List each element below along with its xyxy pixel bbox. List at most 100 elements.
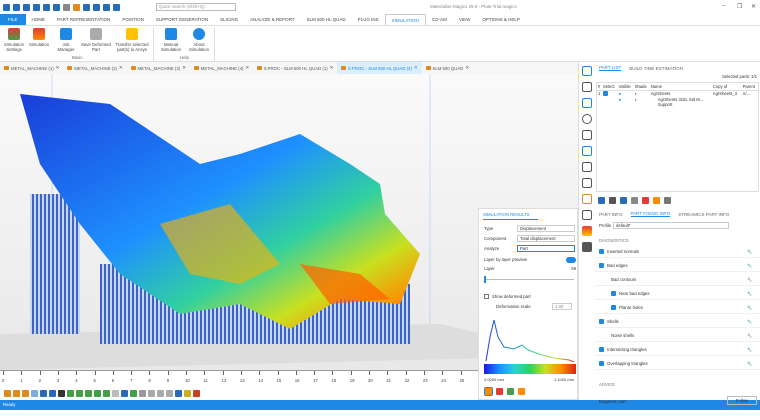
quick-access-icon[interactable] xyxy=(53,3,60,11)
circle-icon[interactable] xyxy=(582,114,592,124)
diagnostic-item[interactable]: Inverted normals 🔧 xyxy=(595,246,760,258)
wrench-icon[interactable]: 🔧 xyxy=(747,288,752,300)
diagnostic-checkbox[interactable] xyxy=(599,361,604,366)
diagnostic-checkbox[interactable] xyxy=(599,249,604,254)
wrench-icon[interactable]: 🔧 xyxy=(747,274,752,286)
quick-access-icon[interactable] xyxy=(93,3,100,11)
document-icon[interactable] xyxy=(582,178,592,188)
column-header[interactable]: Visible xyxy=(617,83,634,91)
visible-icon[interactable]: ● xyxy=(618,91,621,96)
wrench-icon[interactable]: 🔧 xyxy=(747,260,752,272)
close-icon[interactable]: ✕ xyxy=(414,65,418,71)
tab-options-help[interactable]: OPTIONS & HELP xyxy=(476,14,526,25)
diagnostic-item[interactable]: Shells 🔧 xyxy=(595,316,760,328)
component-select[interactable]: Total displacement xyxy=(517,235,575,242)
quick-access-icon[interactable] xyxy=(13,3,20,11)
tab-file[interactable]: FILE xyxy=(0,14,26,25)
document-tab[interactable]: SLM 500 QUAD ✕ xyxy=(422,62,473,74)
document-tab[interactable]: METAL_MACHINE (1) ✕ xyxy=(0,62,63,74)
view-tool-icon[interactable] xyxy=(13,389,20,397)
view-tool-icon[interactable] xyxy=(94,389,101,397)
close-icon[interactable]: ✕ xyxy=(465,65,469,71)
table-row[interactable]: Support xyxy=(597,102,758,107)
quick-search-input[interactable]: Quick search (Shift+Q) xyxy=(156,3,236,11)
simulation-settings-button[interactable]: Simulation Settings xyxy=(3,28,25,52)
type-select[interactable]: Displacement xyxy=(517,225,575,232)
tab-streamics-part-info[interactable]: STREAMICS PART INFO xyxy=(678,212,729,217)
result-view-icon[interactable] xyxy=(484,387,493,396)
minimize-button[interactable]: – xyxy=(722,3,725,9)
diagnostic-checkbox[interactable] xyxy=(611,291,616,296)
tool-icon[interactable] xyxy=(620,196,627,204)
column-header[interactable]: Parent xyxy=(741,83,758,91)
column-header[interactable]: Select xyxy=(601,83,618,91)
machine-icon[interactable] xyxy=(582,242,592,252)
group-icon[interactable] xyxy=(582,162,592,172)
simulation-button[interactable]: Simulation xyxy=(28,28,50,47)
diagnostic-item[interactable]: Bad edges 🔧 xyxy=(595,260,760,272)
show-deformed-checkbox[interactable] xyxy=(484,294,489,299)
about-simulation-button[interactable]: About Simulation xyxy=(186,28,212,52)
paperclip-icon[interactable] xyxy=(582,210,592,220)
close-icon[interactable]: ✕ xyxy=(182,65,186,71)
document-tab[interactable]: METAL_MACHINE (2) ✕ xyxy=(63,62,126,74)
analyze-select[interactable]: Part xyxy=(517,245,575,252)
view-tool-icon[interactable] xyxy=(49,389,56,397)
profile-select[interactable]: default* xyxy=(613,222,729,229)
wrench-icon[interactable]: 🔧 xyxy=(747,316,752,328)
tab-slicing[interactable]: SLICING xyxy=(214,14,244,25)
layer-preview-toggle[interactable] xyxy=(566,257,576,263)
visible-cell[interactable] xyxy=(617,102,633,107)
diagnostic-checkbox[interactable] xyxy=(611,305,616,310)
quick-access-icon[interactable] xyxy=(73,3,80,11)
view-tool-icon[interactable] xyxy=(184,389,191,397)
tab-part-info[interactable]: PART INFO xyxy=(599,212,623,217)
shade-icon[interactable]: ◐ xyxy=(635,97,638,102)
save-deformed-part-button[interactable]: Save Deformed Part xyxy=(80,28,112,52)
wrench-icon[interactable]: 🔧 xyxy=(747,344,752,356)
view-tool-icon[interactable] xyxy=(58,389,65,397)
diagnostic-item[interactable]: Planar holes 🔧 xyxy=(595,302,760,314)
tool-icon[interactable] xyxy=(664,196,671,204)
close-icon[interactable]: ✕ xyxy=(245,65,249,71)
tab-plug-ins[interactable]: PLUG INS xyxy=(352,14,385,25)
close-icon[interactable]: ✕ xyxy=(330,65,334,71)
document-tab[interactable]: 8.PROC - SLM 500 HL QUAD (2) ✕ xyxy=(337,62,422,74)
view-tool-icon[interactable] xyxy=(157,389,164,397)
quick-access-icon[interactable] xyxy=(23,3,30,11)
tool-icon[interactable] xyxy=(642,196,649,204)
tab-view[interactable]: VIEW xyxy=(453,14,477,25)
tab-part-list[interactable]: PART LIST xyxy=(599,65,622,71)
tab-part-fixing-info[interactable]: PART FIXING INFO xyxy=(630,211,671,217)
select-checkbox[interactable] xyxy=(602,91,608,96)
diagnostic-checkbox[interactable] xyxy=(599,263,604,268)
view-tool-icon[interactable] xyxy=(175,389,182,397)
view-tool-icon[interactable] xyxy=(4,389,11,397)
view-tool-icon[interactable] xyxy=(85,389,92,397)
search-icon[interactable] xyxy=(113,3,120,11)
text-abc-icon[interactable] xyxy=(582,194,592,204)
tool-icon[interactable] xyxy=(653,196,660,204)
shade-icon[interactable]: ◐ xyxy=(635,91,638,96)
shade-cell[interactable] xyxy=(634,102,650,107)
quick-access-icon[interactable] xyxy=(63,3,70,11)
diagnostic-item[interactable]: Noise shells 🔧 xyxy=(595,330,760,342)
visible-icon[interactable]: ● xyxy=(618,97,621,102)
quick-access-icon[interactable] xyxy=(33,3,40,11)
view-tool-icon[interactable] xyxy=(67,389,74,397)
wrench-icon[interactable]: 🔧 xyxy=(747,246,752,258)
tab-part-representation[interactable]: PART REPRESENTATION xyxy=(51,14,116,25)
view-tool-icon[interactable] xyxy=(103,389,110,397)
transfer-to-ansys-button[interactable]: Transfer selected part(s) to Ansys xyxy=(114,28,150,52)
tool-icon[interactable] xyxy=(631,196,638,204)
wrench-icon[interactable]: 🔧 xyxy=(747,330,752,342)
wrench-icon[interactable] xyxy=(582,82,592,92)
result-clear-icon[interactable] xyxy=(496,388,503,395)
tab-position[interactable]: POSITION xyxy=(116,14,150,25)
layer-slider[interactable] xyxy=(484,276,574,283)
document-tab[interactable]: 8.PROC - SLM 500 HL QUAD (1) ✕ xyxy=(253,62,337,74)
tab-build-time-estimation[interactable]: BUILD TIME ESTIMATION xyxy=(629,66,683,71)
column-header[interactable]: Copy of xyxy=(711,83,742,91)
diagnostic-item[interactable]: Intersecting triangles 🔧 xyxy=(595,344,760,356)
wrench-icon[interactable]: 🔧 xyxy=(747,358,752,370)
